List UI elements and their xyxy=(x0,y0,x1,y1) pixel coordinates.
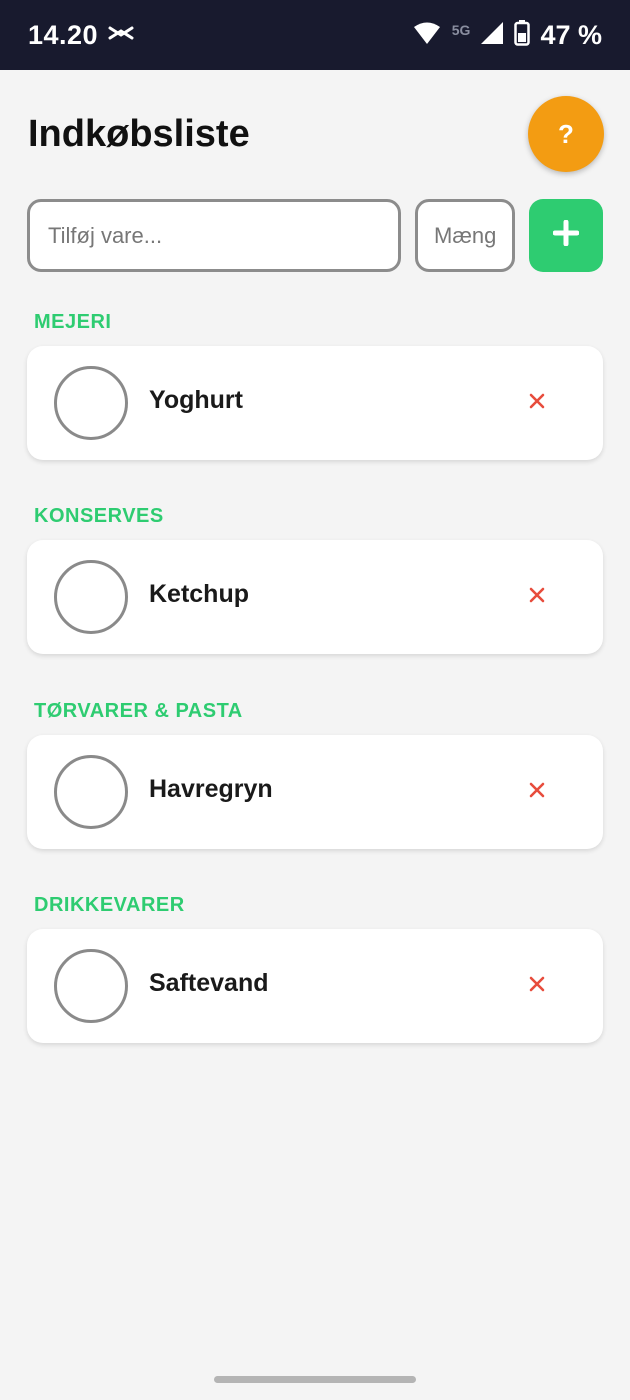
delete-item-button[interactable] xyxy=(524,973,550,999)
bluetooth-disconnected-icon xyxy=(108,24,134,47)
help-button[interactable]: ? xyxy=(528,96,604,172)
signal-icon xyxy=(480,21,504,50)
close-icon xyxy=(529,782,545,803)
delete-item-button[interactable] xyxy=(524,779,550,805)
close-icon xyxy=(529,976,545,997)
item-name: Yoghurt xyxy=(149,386,243,414)
item-name: Havregryn xyxy=(149,775,273,803)
list-item: Yoghurt xyxy=(27,346,603,460)
help-label: ? xyxy=(558,118,574,149)
status-right: 5G 47 % xyxy=(412,19,602,51)
item-name: Ketchup xyxy=(149,580,249,608)
network-type-label: 5G xyxy=(451,22,471,38)
category-header-drikkevarer: DRIKKEVARER xyxy=(34,894,185,916)
category-header-torvarer-pasta: TØRVARER & PASTA xyxy=(34,700,243,722)
wifi-icon xyxy=(412,21,442,50)
item-checkbox[interactable] xyxy=(54,755,128,829)
list-item: Saftevand xyxy=(27,929,603,1043)
delete-item-button[interactable] xyxy=(524,584,550,610)
item-checkbox[interactable] xyxy=(54,560,128,634)
close-icon xyxy=(529,393,545,414)
category-header-mejeri: MEJERI xyxy=(34,311,112,333)
list-item: Havregryn xyxy=(27,735,603,849)
item-checkbox[interactable] xyxy=(54,366,128,440)
page-title: Indkøbsliste xyxy=(28,112,250,155)
delete-item-button[interactable] xyxy=(524,390,550,416)
add-item-form xyxy=(27,199,603,272)
status-bar: 14.20 5G 47 % xyxy=(0,0,630,70)
close-icon xyxy=(529,587,545,608)
battery-icon xyxy=(514,19,531,51)
item-input[interactable] xyxy=(27,199,401,272)
header: Indkøbsliste ? xyxy=(28,96,604,172)
add-item-button[interactable] xyxy=(529,199,603,272)
status-time: 14.20 xyxy=(28,19,99,50)
item-name: Saftevand xyxy=(149,969,269,997)
category-header-konserves: KONSERVES xyxy=(34,505,164,527)
home-indicator[interactable] xyxy=(214,1376,416,1383)
plus-icon xyxy=(552,219,580,251)
battery-percentage: 47 % xyxy=(540,19,602,50)
quantity-input[interactable] xyxy=(415,199,515,272)
item-checkbox[interactable] xyxy=(54,949,128,1023)
list-item: Ketchup xyxy=(27,540,603,654)
status-left: 14.20 xyxy=(28,20,134,51)
